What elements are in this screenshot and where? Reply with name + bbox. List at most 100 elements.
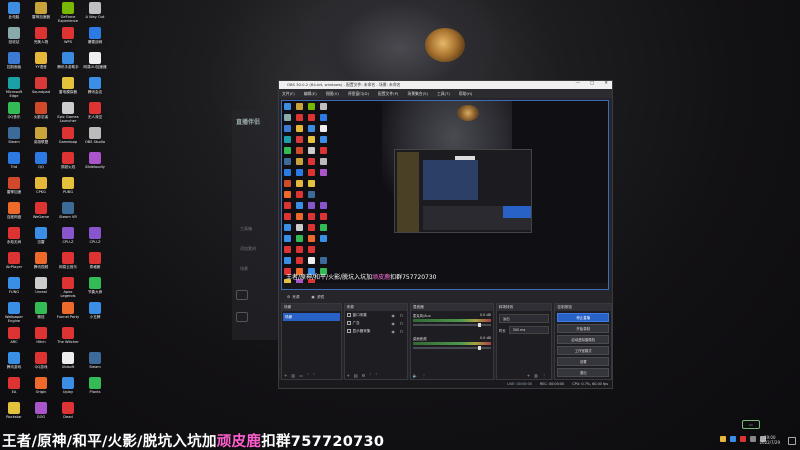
desktop-icon[interactable]: Steam [2,127,26,152]
desktop-icon[interactable]: Trid [2,152,26,177]
desktop-icon[interactable]: Steam VR [56,202,80,227]
more-icon[interactable]: ⋮ [422,373,426,378]
menu-edit[interactable]: 编辑(E) [304,91,317,97]
desktop-icon[interactable]: 雷电模拟器 [56,77,80,102]
desktop-icon[interactable]: The Witcher [56,327,80,352]
desktop-icon[interactable]: Hitch [29,327,53,352]
tray-app-icon[interactable] [720,436,726,442]
desktop-icon[interactable] [83,177,107,202]
menu-file[interactable]: 文件(F) [282,91,295,97]
tray-app-icon[interactable] [730,436,736,442]
desktop-icon[interactable]: 迅雷 [29,227,53,252]
desktop-icon[interactable]: 暴雪战网 [83,27,107,52]
desktop-icon[interactable]: 雷神加速 [2,177,26,202]
volume-slider[interactable] [412,346,491,350]
menu-scene-collection[interactable]: 场景集合(S) [407,91,428,97]
desktop-icon[interactable]: PUBG [56,177,80,202]
desktop-icon[interactable]: QQ游戏 [29,352,53,377]
desktop-icon[interactable]: Steam [83,352,107,377]
desktop-icon[interactable]: Plants [83,377,107,402]
exit-button[interactable]: 退出 [557,368,609,377]
desktop-icon[interactable]: 控制面板 [2,52,26,77]
obs-window[interactable]: OBS 30.0.2 (64-bit, windows) - 配置文件: 未命名… [278,80,613,389]
minimize-icon[interactable]: — [575,81,580,86]
volume-slider[interactable] [412,323,491,327]
desktop-icon[interactable] [83,327,107,352]
lock-icon[interactable]: ⊓ [400,329,403,334]
desktop-icon[interactable]: 网易UU加速器 [83,52,107,77]
desktop-icon[interactable]: 腾讯游戏 [2,352,26,377]
desktop-icon[interactable]: 永劫无间 [2,227,26,252]
desktop-icon[interactable]: Soundpad [29,77,53,102]
desktop-icon[interactable]: Rockstar [2,402,26,427]
desktop-icon[interactable]: 微信 [29,302,53,327]
network-icon[interactable] [750,436,756,442]
eye-icon[interactable]: ◉ [391,329,395,334]
desktop-icon[interactable]: 完美人物 [29,27,53,52]
up-icon[interactable]: ˄ [369,373,371,378]
desktop-icon[interactable] [83,402,107,427]
desktop-icon[interactable]: EA [2,377,26,402]
desktop-icon[interactable] [83,202,107,227]
desktop-icon[interactable]: 小丑牌 [83,302,107,327]
desktop-icon[interactable]: 百度网盘 [2,202,26,227]
lock-icon[interactable]: ⊓ [400,321,403,326]
desktop-icon[interactable]: CPKG [29,177,53,202]
desktop-icon[interactable]: 腾讯手游助手 [56,52,80,77]
trash-icon[interactable]: ▥ [534,373,538,378]
close-icon[interactable]: ✕ [604,81,608,86]
desktop-icon[interactable]: QQ [29,152,53,177]
slider-knob[interactable] [477,346,481,350]
notification-icon[interactable] [788,437,796,445]
studio-mode-button[interactable]: 工作室模式 [557,346,609,355]
start-recording-button[interactable]: 开始录制 [557,324,609,333]
source-item[interactable]: 显示器采集 ◉ ⊓ [345,327,407,335]
menu-profile[interactable]: 配置文件(P) [378,91,398,97]
desktop-icon[interactable]: Wallpaper Engine [2,302,26,327]
settings-button[interactable]: 设置 [557,357,609,366]
lock-icon[interactable]: ⊓ [400,313,403,318]
desktop-icon[interactable]: Origin [29,377,53,402]
add-icon[interactable]: + [284,373,287,378]
speaker-icon[interactable]: 🔈 [413,373,418,378]
desktop-icon[interactable]: OBS Studio [83,127,107,152]
source-item[interactable]: 广告 ◉ ⊓ [345,319,407,327]
desktop-icon[interactable]: AirPlayer [2,252,26,277]
desktop-icon[interactable]: GOG [29,402,53,427]
scene-item[interactable]: 场景 [283,313,340,321]
desktop-icon[interactable]: A Way Out [83,2,107,27]
desktop-icon[interactable]: Ubisoft [56,352,80,377]
duration-input[interactable]: 300 ms [508,326,550,334]
virtual-camera-button[interactable]: 启动虚拟摄像机 [557,335,609,344]
obs-preview-canvas[interactable]: 王者/原神/和平/火影/脱坑入坑加顽皮鹿扣群757720730 [281,100,609,290]
desktop-icon[interactable]: 英雄联盟 [29,127,53,152]
desktop-icon[interactable]: 节奏大师 [83,277,107,302]
desktop-icon[interactable]: 雷神加速器 [29,2,53,27]
desktop-icon[interactable]: Gameloop [56,127,80,152]
desktop-icon[interactable]: 腾讯会议 [83,77,107,102]
menu-tools[interactable]: 工具(T) [437,91,450,97]
tray-app-icon[interactable] [740,436,746,442]
desktop-icon[interactable]: Epic Games Launcher [56,102,80,127]
menu-docks[interactable]: 停靠窗口(D) [348,91,369,97]
desktop-icon[interactable]: QQ音乐 [2,102,26,127]
more-icon[interactable]: ⋮ [542,373,546,378]
desktop-icon[interactable]: Funnel Party [56,302,80,327]
desktop-icon[interactable]: CPU-Z [56,227,80,252]
clock[interactable]: 19:00 2022/7/29 [759,435,780,445]
tab-sources[interactable]: ⚙ 来源 [283,295,303,300]
menu-view[interactable]: 视图(V) [326,91,339,97]
down-icon[interactable]: ˅ [375,373,377,378]
desktop-icon[interactable]: Uplay [56,377,80,402]
desktop-icon[interactable]: Microsoft Edge [2,77,26,102]
up-icon[interactable]: ˄ [307,373,309,378]
tab-filters[interactable]: ▣ 滤镜 [307,295,328,300]
desktop-icon[interactable]: WeGame [29,202,53,227]
desktop-icon[interactable]: GeForce Experience [56,2,80,27]
desktop-icon[interactable]: 泰格朗 [83,252,107,277]
desktop-icon[interactable]: 火影忍者 [29,102,53,127]
desktop-icon[interactable]: 此电脑 [2,2,26,27]
desktop-icon[interactable]: YY语音 [29,52,53,77]
stop-streaming-button[interactable]: 停止直播 [557,313,609,322]
maximize-icon[interactable]: □ [590,81,594,86]
